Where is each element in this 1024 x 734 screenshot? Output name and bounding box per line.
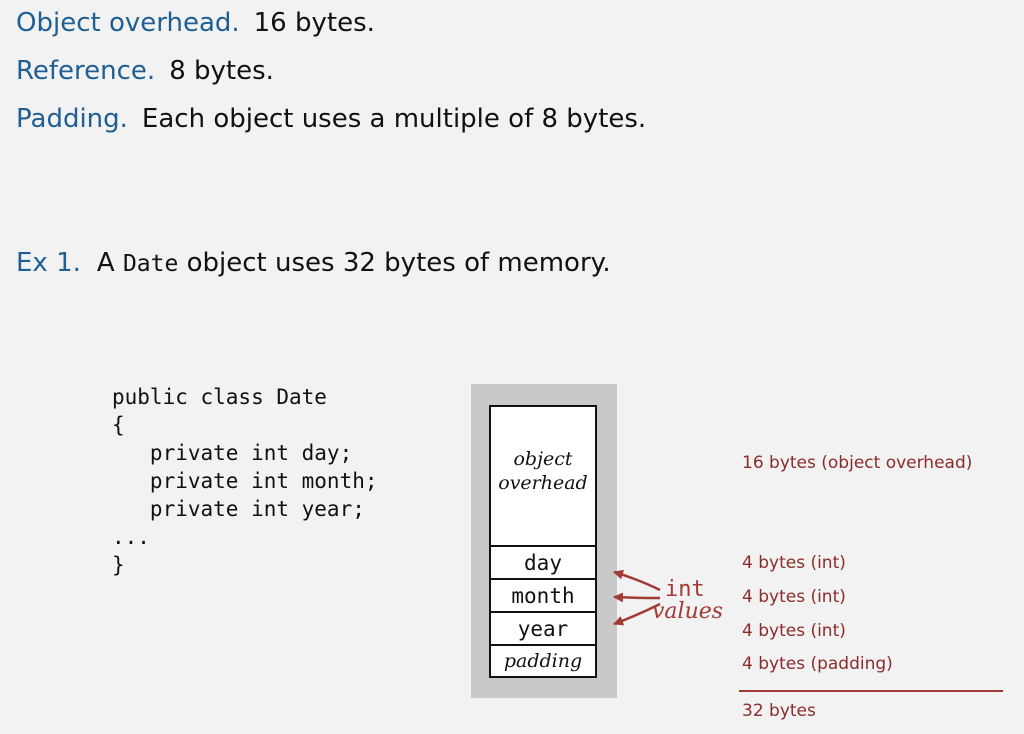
definition-reference: Reference. 8 bytes. xyxy=(16,56,274,86)
year-field-cell: year xyxy=(491,611,595,644)
overhead-label-line2: overhead xyxy=(498,472,588,494)
example-label: Ex 1. xyxy=(16,248,81,278)
definition-value: 8 bytes. xyxy=(169,56,274,86)
code-line: { xyxy=(112,413,125,437)
term-label: Object overhead. xyxy=(16,8,240,38)
size-day: 4 bytes (int) xyxy=(742,553,846,573)
code-line: public class Date xyxy=(112,385,327,409)
memory-layout-box: object overhead day month year padding xyxy=(489,405,597,678)
size-total: 32 bytes xyxy=(742,701,816,721)
annotation-values: values xyxy=(652,599,724,624)
code-line: ... xyxy=(112,525,150,549)
definition-value: 16 bytes. xyxy=(253,8,375,38)
definition-value: Each object uses a multiple of 8 bytes. xyxy=(141,104,647,134)
arrow-to-month xyxy=(613,592,661,603)
padding-cell: padding xyxy=(491,644,595,676)
size-overhead: 16 bytes (object overhead) xyxy=(742,453,973,473)
code-line: private int year; xyxy=(112,497,365,521)
overhead-label-line1: object xyxy=(513,448,573,470)
month-field-cell: month xyxy=(491,578,595,611)
definition-padding: Padding. Each object uses a multiple of 8… xyxy=(16,104,646,134)
code-line: } xyxy=(112,553,125,577)
arrow-to-day xyxy=(613,569,661,592)
definition-object-overhead: Object overhead. 16 bytes. xyxy=(16,8,375,38)
example-heading: Ex 1. A Date object uses 32 bytes of memo… xyxy=(16,248,611,278)
sum-divider xyxy=(739,690,1003,692)
day-field-cell: day xyxy=(491,545,595,578)
size-month: 4 bytes (int) xyxy=(742,587,846,607)
term-label: Reference. xyxy=(16,56,156,86)
code-block: public class Date { private int day; priv… xyxy=(112,383,378,579)
code-line: private int month; xyxy=(112,469,378,493)
memory-diagram-frame: object overhead day month year padding xyxy=(471,384,617,698)
example-text-after: object uses 32 bytes of memory. xyxy=(186,248,611,278)
size-padding: 4 bytes (padding) xyxy=(742,654,893,674)
example-text-before: A xyxy=(96,248,115,278)
code-line: private int day; xyxy=(112,441,353,465)
size-year: 4 bytes (int) xyxy=(742,621,846,641)
example-class-name: Date xyxy=(122,251,179,277)
term-label: Padding. xyxy=(16,104,128,134)
object-overhead-cell: object overhead xyxy=(491,407,595,545)
